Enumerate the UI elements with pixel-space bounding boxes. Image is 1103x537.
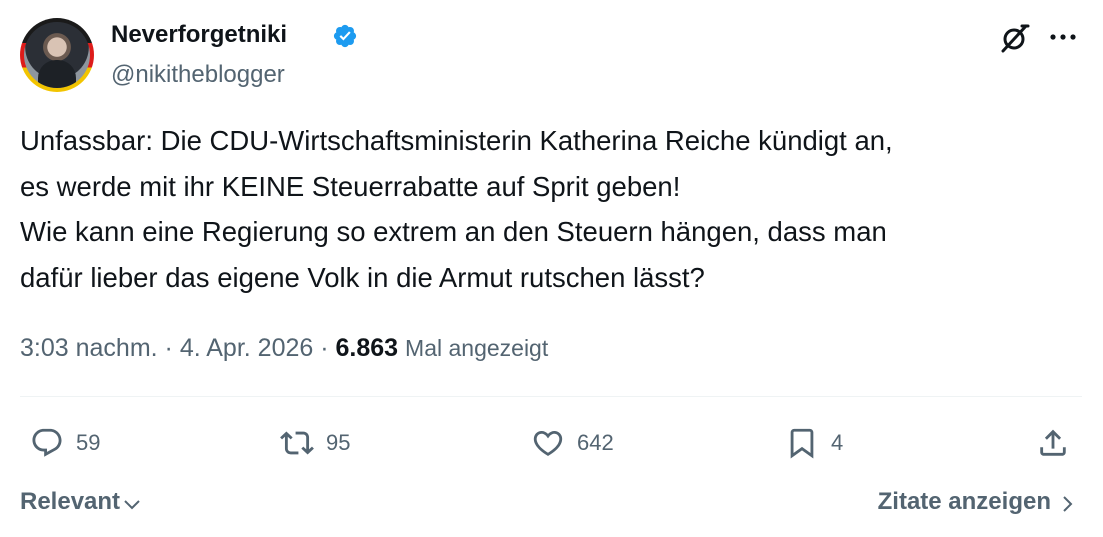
tweet-line: dafür lieber das eigene Volk in die Armu… — [20, 261, 705, 293]
chevron-down-icon — [124, 500, 140, 510]
avatar[interactable] — [20, 18, 94, 92]
meta-separator: · — [320, 334, 329, 362]
tweet-time[interactable]: 3:03 nachm. — [20, 334, 158, 362]
bookmark-button[interactable]: 4 — [785, 424, 843, 462]
grok-icon[interactable] — [999, 22, 1031, 54]
view-quotes-link[interactable]: Zitate anzeigen — [878, 487, 1077, 517]
verified-badge-icon[interactable] — [332, 23, 358, 49]
sort-dropdown[interactable]: Relevant — [20, 487, 142, 517]
quotes-label: Zitate anzeigen — [877, 488, 1051, 515]
tweet-line: Wie kann eine Regierung so extrem an den… — [20, 216, 887, 247]
tweet-line: Unfassbar: Die CDU-Wirtschaftsministerin… — [20, 125, 893, 156]
share-icon — [1040, 429, 1066, 456]
views-label: Mal angezeigt — [405, 335, 549, 361]
repost-icon — [280, 431, 314, 455]
handle[interactable]: @nikitheblogger — [111, 60, 285, 90]
avatar-photo — [24, 22, 90, 88]
tweet-line: es werde mit ihr KEINE Steuerrabatte auf… — [20, 170, 681, 202]
tweet-text: Unfassbar: Die CDU-Wirtschaftsministerin… — [20, 118, 1080, 300]
share-button[interactable] — [1036, 424, 1070, 462]
more-icon[interactable] — [1046, 22, 1080, 52]
reply-count: 59 — [76, 430, 101, 455]
tweet-card: Neverforgetniki @nikitheblogger Unfassba… — [0, 0, 1103, 537]
reply-button[interactable]: 59 — [30, 424, 100, 462]
reply-icon — [32, 428, 62, 457]
display-name[interactable]: Neverforgetniki — [111, 20, 287, 50]
like-count: 642 — [577, 430, 614, 455]
repost-count: 95 — [326, 430, 351, 455]
chevron-right-icon — [1063, 495, 1073, 512]
meta-separator: · — [164, 334, 173, 362]
like-button[interactable]: 642 — [531, 424, 614, 462]
repost-button[interactable]: 95 — [280, 424, 350, 462]
tweet-date[interactable]: 4. Apr. 2026 — [180, 334, 313, 362]
bookmark-icon — [790, 428, 814, 459]
heart-icon — [533, 430, 563, 456]
views-count: 6.863 — [335, 334, 399, 362]
sort-label: Relevant — [20, 488, 121, 515]
bookmark-count: 4 — [831, 430, 844, 455]
divider — [20, 396, 1082, 397]
tweet-meta: 3:03 nachm. · 4. Apr. 2026 · 6.863 Mal a… — [20, 331, 548, 365]
